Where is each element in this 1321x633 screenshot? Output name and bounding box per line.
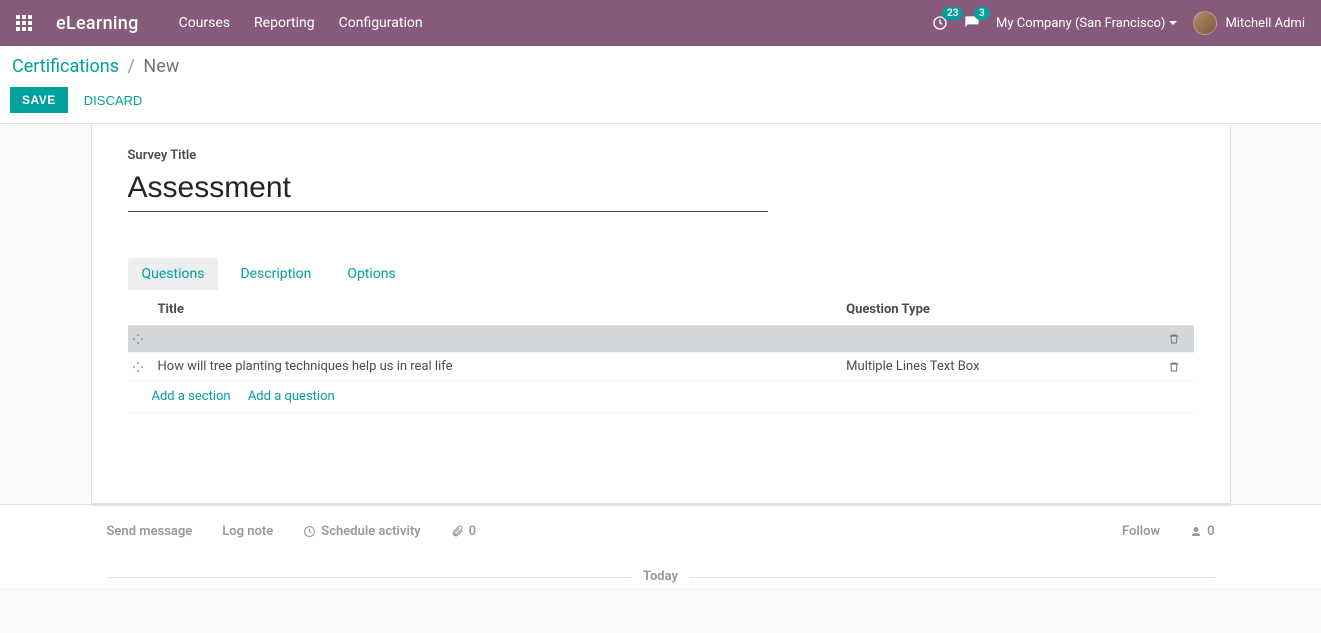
add-question-link[interactable]: Add a question	[248, 389, 335, 404]
drag-handle-icon[interactable]	[128, 326, 154, 353]
tab-description[interactable]: Description	[226, 258, 325, 290]
tab-options[interactable]: Options	[333, 258, 409, 290]
table-row-question[interactable]: How will tree planting techniques help u…	[128, 353, 1194, 381]
section-type-cell	[842, 326, 1163, 353]
notebook-tabs: Questions Description Options	[128, 258, 1194, 290]
delete-row-icon[interactable]	[1164, 353, 1194, 381]
attachments-count: 0	[469, 524, 476, 539]
tab-questions[interactable]: Questions	[128, 258, 219, 290]
apps-icon[interactable]	[10, 15, 38, 31]
breadcrumb-current: New	[143, 56, 179, 77]
top-navbar: eLearning Courses Reporting Configuratio…	[0, 0, 1321, 46]
followers-button[interactable]: 0	[1190, 524, 1214, 539]
chevron-down-icon	[1169, 21, 1177, 25]
questions-table: Title Question Type	[128, 294, 1194, 413]
col-title: Title	[154, 294, 843, 326]
col-type: Question Type	[842, 294, 1163, 326]
messages-badge: 3	[974, 7, 990, 20]
log-note-button[interactable]: Log note	[222, 524, 273, 539]
question-type-cell[interactable]: Multiple Lines Text Box	[842, 353, 1163, 381]
chatter-container: Send message Log note Schedule activity …	[0, 504, 1321, 588]
attachments-button[interactable]: 0	[451, 524, 476, 539]
col-trash	[1164, 294, 1194, 326]
send-message-button[interactable]: Send message	[107, 524, 193, 539]
chatter-date-label: Today	[631, 569, 690, 584]
nav-right: 23 3 My Company (San Francisco) Mitchell…	[932, 11, 1305, 35]
form-sheet: Survey Title Questions Description Optio…	[91, 124, 1231, 504]
chatter-bar: Send message Log note Schedule activity …	[107, 524, 1215, 539]
save-button[interactable]: SAVE	[10, 87, 68, 113]
chatter: Send message Log note Schedule activity …	[91, 505, 1231, 588]
followers-count: 0	[1207, 524, 1214, 539]
activity-icon[interactable]: 23	[932, 15, 948, 31]
user-name: Mitchell Admi	[1225, 16, 1305, 31]
nav-link-reporting[interactable]: Reporting	[254, 15, 315, 31]
col-handle	[128, 294, 154, 326]
delete-row-icon[interactable]	[1164, 326, 1194, 353]
avatar	[1193, 11, 1217, 35]
table-add-row: Add a section Add a question	[128, 381, 1194, 413]
follow-button[interactable]: Follow	[1122, 524, 1160, 539]
survey-title-label: Survey Title	[128, 148, 1194, 163]
activity-badge: 23	[942, 7, 963, 20]
form-actions: SAVE DISCARD	[10, 87, 1309, 113]
question-title-cell[interactable]: How will tree planting techniques help u…	[154, 353, 843, 381]
nav-links: Courses Reporting Configuration	[179, 15, 423, 31]
add-section-link[interactable]: Add a section	[152, 389, 231, 404]
control-panel: Certifications / New SAVE DISCARD	[0, 46, 1321, 124]
chatter-date-divider: Today	[107, 569, 1215, 584]
company-switcher[interactable]: My Company (San Francisco)	[996, 16, 1177, 31]
nav-link-configuration[interactable]: Configuration	[339, 15, 423, 31]
breadcrumb-separator: /	[127, 56, 134, 77]
section-title-cell[interactable]	[154, 326, 843, 353]
drag-handle-icon[interactable]	[128, 353, 154, 381]
company-name: My Company (San Francisco)	[996, 16, 1165, 31]
app-brand[interactable]: eLearning	[56, 13, 139, 34]
breadcrumb-root[interactable]: Certifications	[12, 56, 119, 77]
nav-link-courses[interactable]: Courses	[179, 15, 230, 31]
table-row-section[interactable]	[128, 326, 1194, 353]
form-view: Survey Title Questions Description Optio…	[0, 124, 1321, 504]
messages-icon[interactable]: 3	[964, 15, 980, 31]
schedule-activity-button[interactable]: Schedule activity	[303, 524, 420, 539]
breadcrumb: Certifications / New	[10, 56, 1309, 77]
user-menu[interactable]: Mitchell Admi	[1193, 11, 1305, 35]
schedule-activity-label: Schedule activity	[321, 524, 420, 539]
survey-title-input[interactable]	[128, 169, 768, 212]
discard-button[interactable]: DISCARD	[84, 93, 143, 108]
